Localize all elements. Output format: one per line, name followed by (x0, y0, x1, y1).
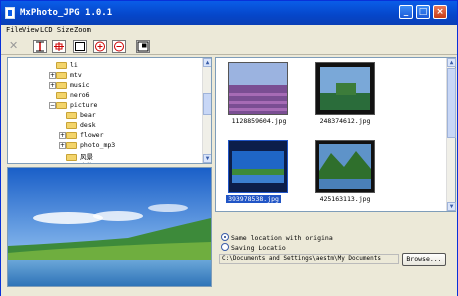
menu-view[interactable]: View (22, 26, 39, 34)
expand-icon[interactable]: + (49, 82, 56, 89)
tree-item[interactable]: bear (66, 111, 96, 120)
scroll-down-icon[interactable]: ▼ (447, 202, 456, 211)
tree-item[interactable]: music (56, 81, 90, 90)
app-icon (5, 7, 15, 19)
thumbnail-label[interactable]: 248374612.jpg (310, 117, 380, 125)
tree-item-label: music (70, 81, 90, 89)
delete-icon[interactable]: ✕ (9, 39, 18, 52)
same-location-label[interactable]: Same location with origina (231, 234, 333, 242)
tree-item[interactable]: photo_mp3 (66, 141, 115, 150)
tree-item[interactable]: mtv (56, 71, 82, 80)
scroll-thumb[interactable] (203, 93, 211, 115)
folder-icon (66, 141, 77, 149)
scroll-down-icon[interactable]: ▼ (203, 154, 211, 163)
fit-all-icon (54, 42, 64, 51)
scroll-up-icon[interactable]: ▲ (447, 58, 456, 67)
expand-icon[interactable]: + (49, 72, 56, 79)
maximize-button[interactable]: □ (416, 5, 430, 19)
folder-icon (56, 91, 67, 99)
thumbnail-image[interactable] (315, 62, 375, 115)
browse-button[interactable]: Browse... (402, 253, 446, 266)
tree-item[interactable]: 风景 (66, 151, 93, 161)
close-icon: × (436, 7, 444, 17)
mountain-river-image (316, 141, 374, 192)
same-location-radio[interactable] (221, 233, 229, 241)
lakeside-image (229, 141, 287, 192)
menu-file[interactable]: File (6, 26, 23, 34)
tree-item[interactable]: flower (66, 131, 103, 140)
landscape-image (8, 168, 211, 286)
toolbar: ✕ (1, 37, 457, 55)
folder-icon (66, 131, 77, 139)
thumbnail-label[interactable]: 425163113.jpg (310, 195, 380, 203)
thumbnail-label-selected[interactable]: 393978538.jpg (226, 195, 281, 203)
save-path-field[interactable]: C:\Documents and Settings\aestm\My Docum… (219, 254, 399, 264)
tree-item-label: li (70, 61, 78, 69)
thumbnail-image[interactable] (228, 62, 288, 115)
folder-icon (56, 71, 67, 79)
tree-item-label: photo_mp3 (80, 141, 116, 149)
saving-location-label[interactable]: Saving Locatio (231, 244, 286, 252)
tree-item[interactable]: li (56, 61, 78, 70)
collapse-icon[interactable]: − (49, 102, 56, 109)
thumbnail-image[interactable] (315, 140, 375, 193)
folder-tree[interactable]: li + mtv + music nero6 − picture bear de… (7, 57, 212, 164)
tree-item-label: flower (80, 131, 104, 139)
tree-item-label: picture (70, 101, 98, 109)
tree-item[interactable]: desk (66, 121, 96, 130)
status-bar (1, 288, 457, 296)
thumbnail-label[interactable]: 1128859604.jpg (224, 117, 294, 125)
tree-item-label: 人物 (80, 162, 93, 163)
close-button[interactable]: × (433, 5, 447, 19)
frame-button[interactable] (73, 40, 87, 53)
zoom-in-icon (95, 41, 105, 52)
title-bar[interactable]: MxPhoto_JPG 1.0.1 _ □ × (1, 1, 457, 25)
tree-item[interactable]: 人物 (66, 160, 93, 163)
folder-icon (56, 81, 67, 89)
tree-item-label: nero6 (70, 91, 90, 99)
scroll-up-icon[interactable]: ▲ (203, 58, 211, 67)
export-button[interactable] (136, 40, 150, 53)
tree-item[interactable]: picture (56, 101, 97, 110)
zoom-in-button[interactable] (93, 40, 107, 53)
tree-item[interactable]: nero6 (56, 91, 90, 100)
fit-all-button[interactable] (52, 40, 66, 53)
thumbnail-image-selected[interactable] (228, 140, 288, 193)
thumbnail-panel[interactable]: 1128859604.jpg 248374612.jpg 393978538.j… (215, 57, 456, 212)
folder-icon (66, 111, 77, 119)
image-preview (7, 167, 212, 287)
folder-open-icon (56, 101, 67, 109)
menu-lcd-size[interactable]: LCD Size (40, 26, 74, 34)
minimize-button[interactable]: _ (399, 5, 413, 19)
folder-icon (66, 121, 77, 129)
scroll-thumb[interactable] (447, 68, 456, 138)
expand-icon[interactable]: + (59, 132, 66, 139)
lavender-field-image (229, 63, 287, 114)
tropical-island-image (316, 63, 374, 114)
menu-bar: File View LCD Size Zoom (1, 25, 457, 37)
folder-icon (56, 61, 67, 69)
saving-location-radio[interactable] (221, 243, 229, 251)
app-window: MxPhoto_JPG 1.0.1 _ □ × File View LCD Si… (0, 0, 458, 296)
menu-zoom[interactable]: Zoom (74, 26, 91, 34)
tree-item-label: bear (80, 111, 96, 119)
thumbnail-scrollbar[interactable]: ▲ ▼ (446, 58, 456, 211)
folder-icon (66, 162, 77, 163)
fit-height-icon (36, 41, 44, 52)
tree-item-label: mtv (70, 71, 82, 79)
fit-height-button[interactable] (33, 40, 47, 53)
zoom-out-icon (114, 41, 124, 52)
frame-icon (75, 42, 85, 51)
tree-item-label: desk (80, 121, 96, 129)
zoom-out-button[interactable] (112, 40, 126, 53)
minimize-icon: _ (403, 7, 409, 17)
export-icon (137, 41, 149, 52)
tree-scrollbar[interactable]: ▲ ▼ (202, 58, 211, 163)
maximize-icon: □ (418, 7, 428, 17)
window-title: MxPhoto_JPG 1.0.1 (20, 8, 113, 18)
expand-icon[interactable]: + (59, 142, 66, 149)
